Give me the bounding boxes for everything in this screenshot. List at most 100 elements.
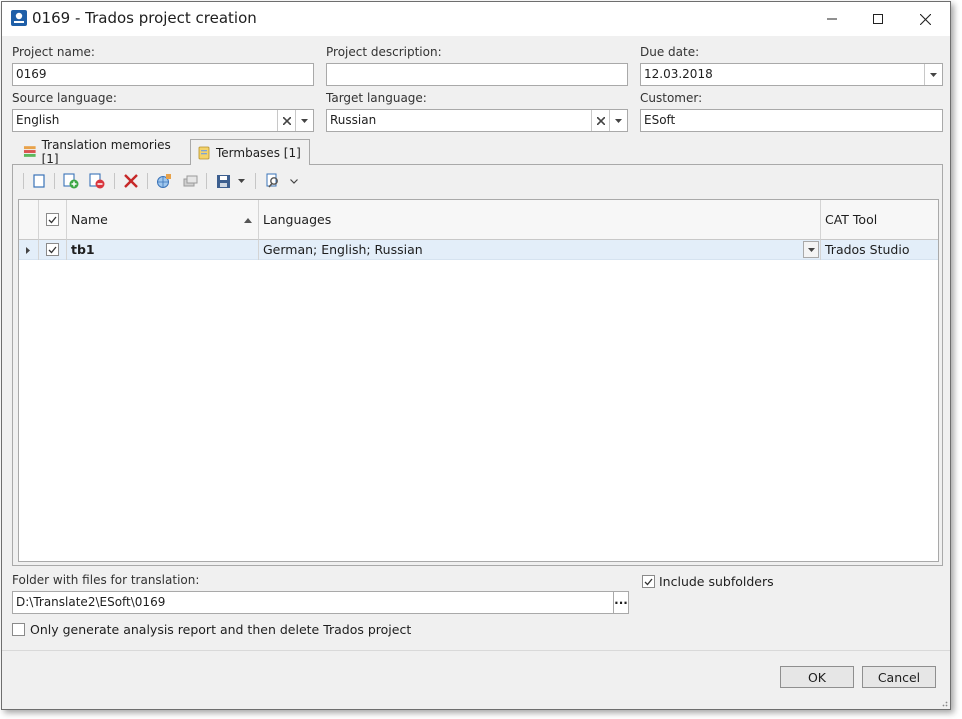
footer-divider xyxy=(2,650,950,651)
expand-arrow-icon xyxy=(26,247,30,254)
check-icon xyxy=(48,246,57,253)
due-date-dropdown-button[interactable] xyxy=(924,64,942,85)
cancel-button[interactable]: Cancel xyxy=(862,666,936,688)
select-all-check xyxy=(46,213,59,226)
column-header-cat-tool[interactable]: CAT Tool xyxy=(821,200,938,240)
row-indicator-header xyxy=(19,200,39,240)
customer-label: Customer: xyxy=(640,91,703,105)
column-header-name[interactable]: Name xyxy=(67,200,259,240)
target-language-label: Target language: xyxy=(326,91,427,105)
clear-icon xyxy=(282,116,291,125)
clear-icon xyxy=(596,116,605,125)
languages-dropdown-button[interactable] xyxy=(803,241,819,258)
column-header-languages[interactable]: Languages xyxy=(259,200,821,240)
merge-button[interactable] xyxy=(180,171,200,191)
toolbar-separator xyxy=(23,173,24,189)
save-button[interactable] xyxy=(213,171,233,191)
save-dropdown-button[interactable] xyxy=(235,171,247,191)
row-name-cell: tb1 xyxy=(67,240,259,260)
check-icon xyxy=(644,578,653,585)
toolbar-separator xyxy=(147,173,148,189)
search-button[interactable] xyxy=(263,171,283,191)
row-expand-toggle[interactable] xyxy=(19,240,39,260)
source-language-dropdown-button[interactable] xyxy=(295,110,313,131)
add-icon xyxy=(63,173,79,189)
chevron-down-icon xyxy=(301,118,308,123)
tab-termbases[interactable]: Termbases [1] xyxy=(190,139,310,165)
select-all-checkbox[interactable] xyxy=(39,200,67,240)
tab-translation-memories[interactable]: Translation memories [1] xyxy=(16,138,188,166)
chevron-down-icon xyxy=(290,178,298,184)
source-language-select[interactable]: English xyxy=(12,109,314,132)
translation-memory-icon xyxy=(23,146,36,157)
source-language-label: Source language: xyxy=(12,91,117,105)
minimize-icon xyxy=(827,18,837,20)
include-subfolders-check xyxy=(642,575,655,588)
save-icon xyxy=(216,174,230,188)
column-header-languages-label: Languages xyxy=(263,212,332,227)
project-name-label: Project name: xyxy=(12,45,95,59)
include-subfolders-label: Include subfolders xyxy=(659,574,774,589)
folder-browse-button[interactable]: ... xyxy=(613,591,629,614)
search-dropdown-button[interactable] xyxy=(287,171,301,191)
folder-label: Folder with files for translation: xyxy=(12,573,200,587)
minimize-button[interactable] xyxy=(809,2,855,36)
target-language-value: Russian xyxy=(330,113,377,127)
close-button[interactable] xyxy=(902,2,948,36)
chevron-down-icon xyxy=(615,118,622,123)
title-bar: 0169 - Trados project creation xyxy=(2,2,950,36)
project-description-input[interactable] xyxy=(326,63,628,86)
ok-button[interactable]: OK xyxy=(780,666,854,688)
toolbar-separator xyxy=(206,173,207,189)
row-checkbox[interactable] xyxy=(39,240,67,260)
chevron-down-icon xyxy=(237,179,245,183)
only-report-checkbox[interactable]: Only generate analysis report and then d… xyxy=(12,622,411,637)
due-date-value: 12.03.2018 xyxy=(644,67,713,81)
termbase-icon xyxy=(198,146,210,159)
only-report-label: Only generate analysis report and then d… xyxy=(30,622,412,637)
target-language-select[interactable]: Russian xyxy=(326,109,628,132)
toolbar-separator xyxy=(54,173,55,189)
chevron-down-icon xyxy=(930,72,937,77)
app-icon xyxy=(11,10,27,26)
termbases-grid: Name Languages CAT Tool tb1 German; Engl… xyxy=(18,199,939,562)
resize-grip-icon[interactable] xyxy=(940,699,948,707)
column-header-name-label: Name xyxy=(71,212,108,227)
delete-button[interactable] xyxy=(121,171,141,191)
due-date-picker[interactable]: 12.03.2018 xyxy=(640,63,943,86)
new-document-icon xyxy=(33,174,45,188)
row-cat-tool-cell: Trados Studio xyxy=(825,242,910,257)
remove-icon xyxy=(89,173,105,189)
add-button[interactable] xyxy=(61,171,81,191)
remove-button[interactable] xyxy=(87,171,107,191)
due-date-label: Due date: xyxy=(640,45,700,59)
source-language-value: English xyxy=(16,113,60,127)
delete-x-icon xyxy=(124,174,138,188)
source-language-clear-button[interactable] xyxy=(277,110,295,131)
check-icon xyxy=(48,216,57,223)
target-language-clear-button[interactable] xyxy=(591,110,609,131)
new-button[interactable] xyxy=(29,171,49,191)
tab-termbases-label: Termbases [1] xyxy=(216,145,301,160)
window-title: 0169 - Trados project creation xyxy=(32,9,257,27)
settings-button[interactable] xyxy=(154,171,174,191)
row-languages-cell[interactable]: German; English; Russian xyxy=(259,240,821,260)
target-language-dropdown-button[interactable] xyxy=(609,110,627,131)
include-subfolders-checkbox[interactable]: Include subfolders xyxy=(642,574,774,589)
maximize-button[interactable] xyxy=(855,2,901,36)
column-header-cat-tool-label: CAT Tool xyxy=(825,212,878,227)
globe-settings-icon xyxy=(157,174,171,188)
project-name-input[interactable]: 0169 xyxy=(12,63,314,86)
project-creation-dialog: 0169 - Trados project creation Project n… xyxy=(1,1,951,710)
termbase-toolbar xyxy=(13,165,942,197)
row-languages-value: German; English; Russian xyxy=(263,242,423,257)
maximize-icon xyxy=(873,14,883,24)
table-row[interactable]: tb1 German; English; Russian Trados Stud… xyxy=(19,240,938,260)
toolbar-separator xyxy=(114,173,115,189)
chevron-down-icon xyxy=(807,247,815,252)
stack-icon xyxy=(183,175,198,187)
close-icon xyxy=(919,13,931,25)
customer-input[interactable]: ESoft xyxy=(640,109,943,132)
tab-translation-memories-label: Translation memories [1] xyxy=(41,138,171,166)
folder-path-input[interactable]: D:\Translate2\ESoft\0169 xyxy=(12,591,614,614)
